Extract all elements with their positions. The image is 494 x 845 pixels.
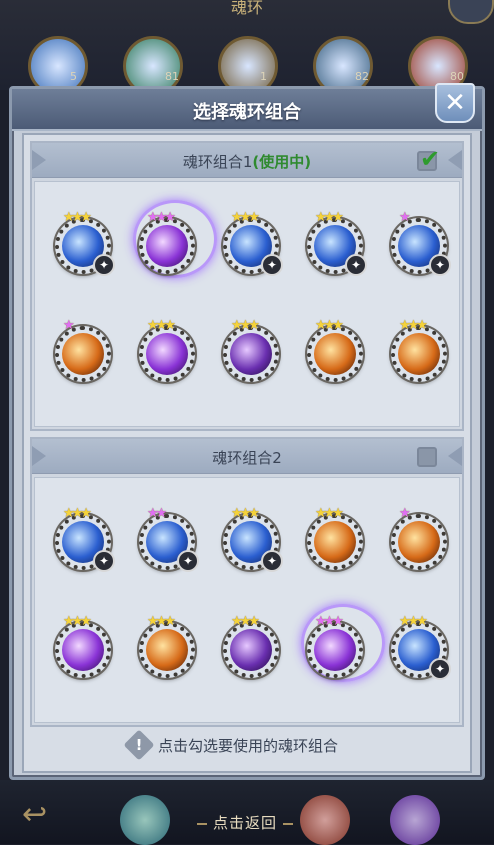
dialog-title: 选择魂环组合 [193, 102, 301, 123]
star-rating-icon: ★★★ [147, 614, 176, 629]
soul-ring-icon [146, 225, 188, 267]
background-gem-icon [390, 795, 440, 845]
star-rating-icon: ★★★ [315, 318, 344, 333]
soul-ring-icon [230, 333, 272, 375]
dialog-content: 魂环组合1(使用中) ✔ ★★★ ✦ ★★★ ★★★ ✦ ★★★ ✦ ★ ✦ ★ ★★★ ★★★ ★★★… [22, 133, 472, 773]
ring-group-1: 魂环组合1(使用中) ✔ ★★★ ✦ ★★★ ★★★ ✦ ★★★ ✦ ★ ✦ ★ ★★★ ★★★ ★★★… [30, 141, 464, 431]
soul-ring-icon [314, 333, 356, 375]
checkmark-icon: ✔ [420, 145, 441, 173]
soul-ring-slot[interactable]: ★★★ [139, 210, 195, 274]
star-rating-icon: ★★★ [315, 506, 344, 521]
skill-badge-icon: ✦ [429, 254, 451, 276]
skill-badge-icon: ✦ [345, 254, 367, 276]
soul-ring-slot[interactable]: ★★★ [223, 614, 279, 678]
soul-ring-icon [314, 521, 356, 563]
star-rating-icon: ★★★ [231, 506, 260, 521]
soul-ring-slot[interactable]: ★★★ ✦ [391, 614, 451, 680]
star-rating-icon: ★★★ [315, 210, 344, 225]
skill-badge-icon: ✦ [261, 254, 283, 276]
soul-ring-icon [398, 333, 440, 375]
group-1-rings: ★★★ ✦ ★★★ ★★★ ✦ ★★★ ✦ ★ ✦ ★ ★★★ ★★★ ★★★ ★★★ [34, 181, 460, 427]
soul-ring-icon [146, 629, 188, 671]
hint-text: 点击勾选要使用的魂环组合 [158, 737, 339, 755]
star-rating-icon: ★★★ [399, 318, 428, 333]
close-icon: ✕ [444, 88, 466, 118]
soul-ring-icon [62, 333, 104, 375]
star-rating-icon: ★ [399, 210, 411, 225]
group-2-header[interactable]: 魂环组合2 [32, 439, 462, 474]
background-corner-button [448, 0, 494, 24]
soul-ring-slot[interactable]: ★★★ [223, 318, 279, 382]
skill-badge-icon: ✦ [429, 658, 451, 680]
star-rating-icon: ★★★ [147, 210, 176, 225]
group-2-title: 魂环组合2 [32, 447, 462, 468]
background-top-bar: 魂环 5 81 1 82 80 [0, 0, 494, 96]
star-rating-icon: ★★★ [63, 506, 92, 521]
background-orb-count: 80 [450, 70, 464, 83]
soul-ring-icon [314, 629, 356, 671]
soul-ring-slot[interactable]: ★★★ [307, 318, 363, 382]
soul-ring-slot[interactable]: ★★★ [55, 614, 111, 678]
star-rating-icon: ★★★ [147, 318, 176, 333]
group-2-checkbox[interactable] [417, 447, 437, 467]
dialog-header: 选择魂环组合 [12, 89, 482, 131]
soul-ring-icon [230, 629, 272, 671]
group-1-checkbox[interactable]: ✔ [417, 145, 440, 173]
soul-ring-slot[interactable]: ★★★ ✦ [55, 210, 115, 276]
group-2-name: 魂环组合2 [212, 449, 282, 467]
soul-ring-slot[interactable]: ★ ✦ [391, 210, 451, 276]
group-2-rings: ★★★ ✦ ★★ ✦ ★★★ ✦ ★★★ ★ ★★★ ★★★ ★★★ ★★★ ★★★ ✦ [34, 477, 460, 723]
star-rating-icon: ★★★ [399, 614, 428, 629]
group-1-title: 魂环组合1(使用中) [32, 151, 462, 172]
star-rating-icon: ★★★ [231, 318, 260, 333]
group-1-name: 魂环组合1 [182, 153, 253, 171]
background-orb-count: 1 [260, 70, 267, 83]
star-rating-icon: ★★★ [63, 614, 92, 629]
star-rating-icon: ★★ [147, 506, 167, 521]
skill-badge-icon: ✦ [261, 550, 283, 572]
star-rating-icon: ★★★ [63, 210, 92, 225]
star-rating-icon: ★★★ [231, 210, 260, 225]
soul-ring-slot[interactable]: ★ [391, 506, 447, 570]
select-ring-combination-dialog: 选择魂环组合 ✕ 魂环组合1(使用中) ✔ ★★★ ✦ ★★★ ★★★ ✦ ★★★ ✦ ★ ✦ ★… [9, 83, 485, 780]
return-button[interactable]: 点击返回 [170, 812, 320, 833]
background-title: 魂环 [230, 0, 263, 17]
soul-ring-slot[interactable]: ★★ ✦ [139, 506, 199, 572]
background-orb-count: 81 [165, 70, 179, 83]
soul-ring-slot[interactable]: ★★★ ✦ [55, 506, 115, 572]
skill-badge-icon: ✦ [177, 550, 199, 572]
skill-badge-icon: ✦ [93, 550, 115, 572]
background-orb-count: 5 [70, 70, 77, 83]
soul-ring-icon [62, 629, 104, 671]
soul-ring-slot[interactable]: ★ [55, 318, 111, 382]
group-1-header[interactable]: 魂环组合1(使用中) ✔ [32, 143, 462, 178]
soul-ring-slot[interactable]: ★★★ ✦ [223, 506, 283, 572]
return-label: 点击返回 [212, 814, 277, 832]
hint-row: ! 点击勾选要使用的魂环组合 [24, 729, 474, 761]
soul-ring-slot[interactable]: ★★★ [139, 614, 195, 678]
soul-ring-slot[interactable]: ★★★ ✦ [223, 210, 283, 276]
soul-ring-icon [146, 333, 188, 375]
background-gem-icon [120, 795, 170, 845]
soul-ring-slot[interactable]: ★★★ ✦ [307, 210, 367, 276]
soul-ring-slot[interactable]: ★★★ [307, 614, 363, 678]
group-1-status: (使用中) [252, 153, 312, 171]
back-arrow-icon[interactable]: ↩ [22, 800, 66, 830]
exclamation-icon: ! [135, 736, 143, 754]
soul-ring-slot[interactable]: ★★★ [391, 318, 447, 382]
star-rating-icon: ★ [399, 506, 411, 521]
star-rating-icon: ★★★ [315, 614, 344, 629]
background-orb-count: 82 [355, 70, 369, 83]
star-rating-icon: ★★★ [231, 614, 260, 629]
close-button[interactable]: ✕ [435, 83, 475, 123]
star-rating-icon: ★ [63, 318, 75, 333]
soul-ring-slot[interactable]: ★★★ [139, 318, 195, 382]
skill-badge-icon: ✦ [93, 254, 115, 276]
soul-ring-icon [398, 521, 440, 563]
soul-ring-slot[interactable]: ★★★ [307, 506, 363, 570]
ring-group-2: 魂环组合2 ★★★ ✦ ★★ ✦ ★★★ ✦ ★★★ ★ ★★★ ★★★ ★★★ ★★★ ★★★ ✦ [30, 437, 464, 727]
